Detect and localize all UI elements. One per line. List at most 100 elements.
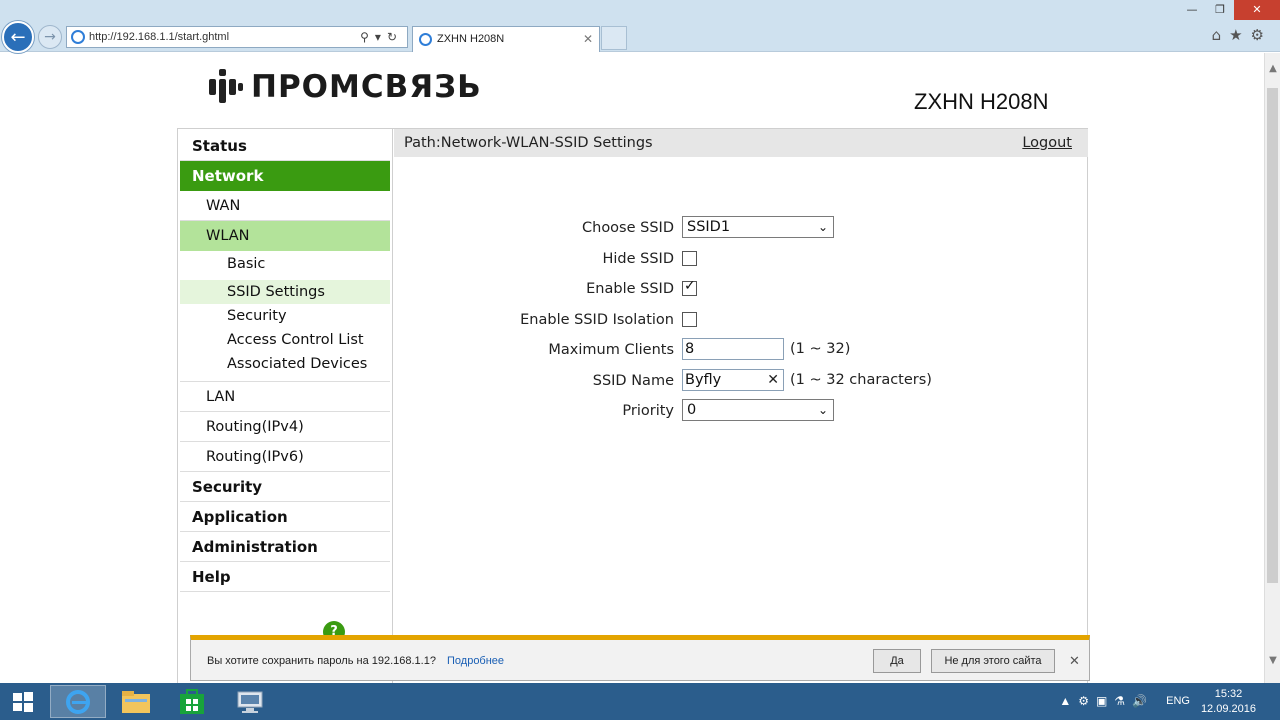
max-clients-input[interactable]: 8	[682, 338, 784, 360]
choose-ssid-select[interactable]: SSID1 ⌄	[682, 216, 834, 238]
ie-page-icon	[71, 30, 85, 44]
close-window-icon[interactable]: ✕	[1234, 0, 1280, 20]
home-icon[interactable]: ⌂	[1212, 26, 1230, 44]
nav-associated-devices[interactable]: Associated Devices	[180, 352, 390, 382]
row-choose-ssid: Choose SSID SSID1 ⌄	[394, 216, 1088, 240]
priority-label: Priority	[622, 403, 674, 419]
nav-security[interactable]: Security	[180, 472, 390, 502]
enable-ssid-checkbox[interactable]: ✓	[682, 278, 697, 296]
browser-toolbar-icons: ⌂★⚙	[1212, 26, 1272, 44]
scroll-down-icon[interactable]: ▼	[1265, 655, 1280, 666]
taskbar-store[interactable]	[164, 685, 220, 718]
logo-text: ПРОМСВЯЗЬ	[251, 69, 482, 105]
path-text: Path:Network-WLAN-SSID Settings	[404, 135, 653, 151]
enable-isolation-checkbox[interactable]	[682, 312, 697, 327]
network-app-icon	[237, 691, 263, 713]
tab-router[interactable]: ZXHN H208N ✕	[412, 26, 600, 52]
page-viewport: ПРОМСВЯЗЬ ZXHN H208N Status Network WAN …	[0, 53, 1264, 683]
store-icon	[180, 688, 204, 714]
nav-wan[interactable]: WAN	[180, 191, 390, 221]
never-for-site-button[interactable]: Не для этого сайта	[931, 649, 1055, 673]
nav-help[interactable]: Help	[180, 562, 390, 592]
scroll-thumb[interactable]	[1267, 88, 1278, 583]
folder-icon	[122, 690, 150, 713]
start-button[interactable]	[0, 685, 46, 718]
windows-icon	[13, 691, 33, 712]
logo-mark-icon	[205, 67, 245, 107]
close-bar-icon[interactable]: ✕	[1069, 653, 1080, 669]
row-hide-ssid: Hide SSID	[394, 247, 1088, 271]
close-tab-icon[interactable]: ✕	[583, 27, 593, 51]
nav-application[interactable]: Application	[180, 502, 390, 532]
ssid-name-value: Byfly	[685, 372, 722, 388]
nav-status[interactable]: Status	[180, 131, 390, 161]
enable-ssid-label: Enable SSID	[586, 281, 674, 297]
checkmark-icon: ✓	[684, 278, 696, 294]
browser-chrome: ← → http://192.168.1.1/start.ghtml ⚲▾↻ Z…	[0, 0, 1280, 53]
restore-icon[interactable]: ❐	[1206, 0, 1234, 20]
nav-administration[interactable]: Administration	[180, 532, 390, 562]
nav-ssid-settings[interactable]: SSID Settings	[180, 280, 390, 304]
forward-button[interactable]: →	[38, 25, 62, 49]
router-panel: Status Network WAN WLAN Basic SSID Setti…	[177, 128, 1088, 683]
logout-link[interactable]: Logout	[1022, 129, 1072, 157]
row-ssid-name: SSID Name Byfly ✕ (1 ~ 32 characters)	[394, 369, 1088, 393]
breadcrumb: Path:Network-WLAN-SSID Settings Logout	[394, 129, 1088, 157]
nav-routing-ipv6[interactable]: Routing(IPv6)	[180, 442, 390, 472]
tab-title: ZXHN H208N	[437, 33, 505, 45]
clock-date: 12.09.2016	[1200, 703, 1256, 715]
nav-basic[interactable]: Basic	[180, 252, 390, 276]
tray-icons[interactable]: ▲⚙▣⚗🔊	[1059, 694, 1154, 708]
choose-ssid-value: SSID1	[687, 219, 731, 235]
model-name: ZXHN H208N	[914, 89, 1049, 114]
page-scrollbar[interactable]: ▲ ▼	[1264, 53, 1280, 683]
max-clients-label: Maximum Clients	[548, 342, 674, 358]
taskbar-ie[interactable]	[50, 685, 106, 718]
input-language[interactable]: ENG	[1166, 695, 1190, 707]
ssid-name-hint: (1 ~ 32 characters)	[790, 372, 932, 388]
row-max-clients: Maximum Clients 8 (1 ~ 32)	[394, 338, 1088, 362]
save-yes-button[interactable]: Да	[873, 649, 921, 673]
max-clients-hint: (1 ~ 32)	[790, 341, 851, 357]
nav-routing-ipv4[interactable]: Routing(IPv4)	[180, 412, 390, 442]
save-password-bar: Вы хотите сохранить пароль на 192.168.1.…	[190, 635, 1090, 681]
hide-ssid-checkbox[interactable]	[682, 251, 697, 266]
back-button[interactable]: ←	[2, 21, 34, 53]
nav-wlan-security[interactable]: Security	[180, 304, 390, 328]
ssid-name-label: SSID Name	[592, 373, 674, 389]
nav-wlan[interactable]: WLAN	[180, 221, 390, 251]
minimize-icon[interactable]: —	[1178, 0, 1206, 20]
clock-time: 15:32	[1214, 688, 1243, 700]
favorites-icon[interactable]: ★	[1229, 26, 1250, 44]
taskbar: ▲⚙▣⚗🔊 ENG 15:32 12.09.2016	[0, 683, 1280, 720]
nav-lan[interactable]: LAN	[180, 382, 390, 412]
row-enable-ssid: Enable SSID ✓	[394, 277, 1088, 301]
row-priority: Priority 0 ⌄	[394, 399, 1088, 423]
scroll-up-icon[interactable]: ▲	[1265, 63, 1280, 74]
hide-ssid-label: Hide SSID	[602, 251, 674, 267]
priority-value: 0	[687, 402, 697, 418]
taskbar-explorer[interactable]	[108, 685, 164, 718]
more-info-link[interactable]: Подробнее	[447, 655, 504, 667]
row-enable-isolation: Enable SSID Isolation	[394, 308, 1088, 332]
nav-access-control-list[interactable]: Access Control List	[180, 328, 390, 352]
window-controls: — ❐ ✕	[1178, 0, 1280, 20]
gear-icon[interactable]: ⚙	[1251, 26, 1272, 44]
priority-select[interactable]: 0 ⌄	[682, 399, 834, 421]
clear-input-icon[interactable]: ✕	[767, 370, 779, 390]
taskbar-network-app[interactable]	[222, 685, 278, 718]
chevron-down-icon: ⌄	[817, 403, 829, 417]
max-clients-value: 8	[685, 341, 695, 357]
enable-isolation-label: Enable SSID Isolation	[520, 312, 674, 328]
ie-icon	[66, 689, 90, 714]
address-bar[interactable]: http://192.168.1.1/start.ghtml ⚲▾↻	[66, 26, 408, 48]
save-password-message: Вы хотите сохранить пароль на 192.168.1.…	[207, 655, 436, 667]
sidebar: Status Network WAN WLAN Basic SSID Setti…	[178, 129, 393, 683]
address-tools-icon[interactable]: ⚲▾↻	[360, 27, 403, 47]
nav-network[interactable]: Network	[180, 161, 390, 191]
chevron-down-icon: ⌄	[817, 220, 829, 234]
clock[interactable]: 15:32 12.09.2016	[1201, 687, 1256, 717]
ssid-name-input[interactable]: Byfly ✕	[682, 369, 784, 391]
address-url: http://192.168.1.1/start.ghtml	[89, 31, 230, 43]
new-tab-button[interactable]	[601, 26, 627, 50]
